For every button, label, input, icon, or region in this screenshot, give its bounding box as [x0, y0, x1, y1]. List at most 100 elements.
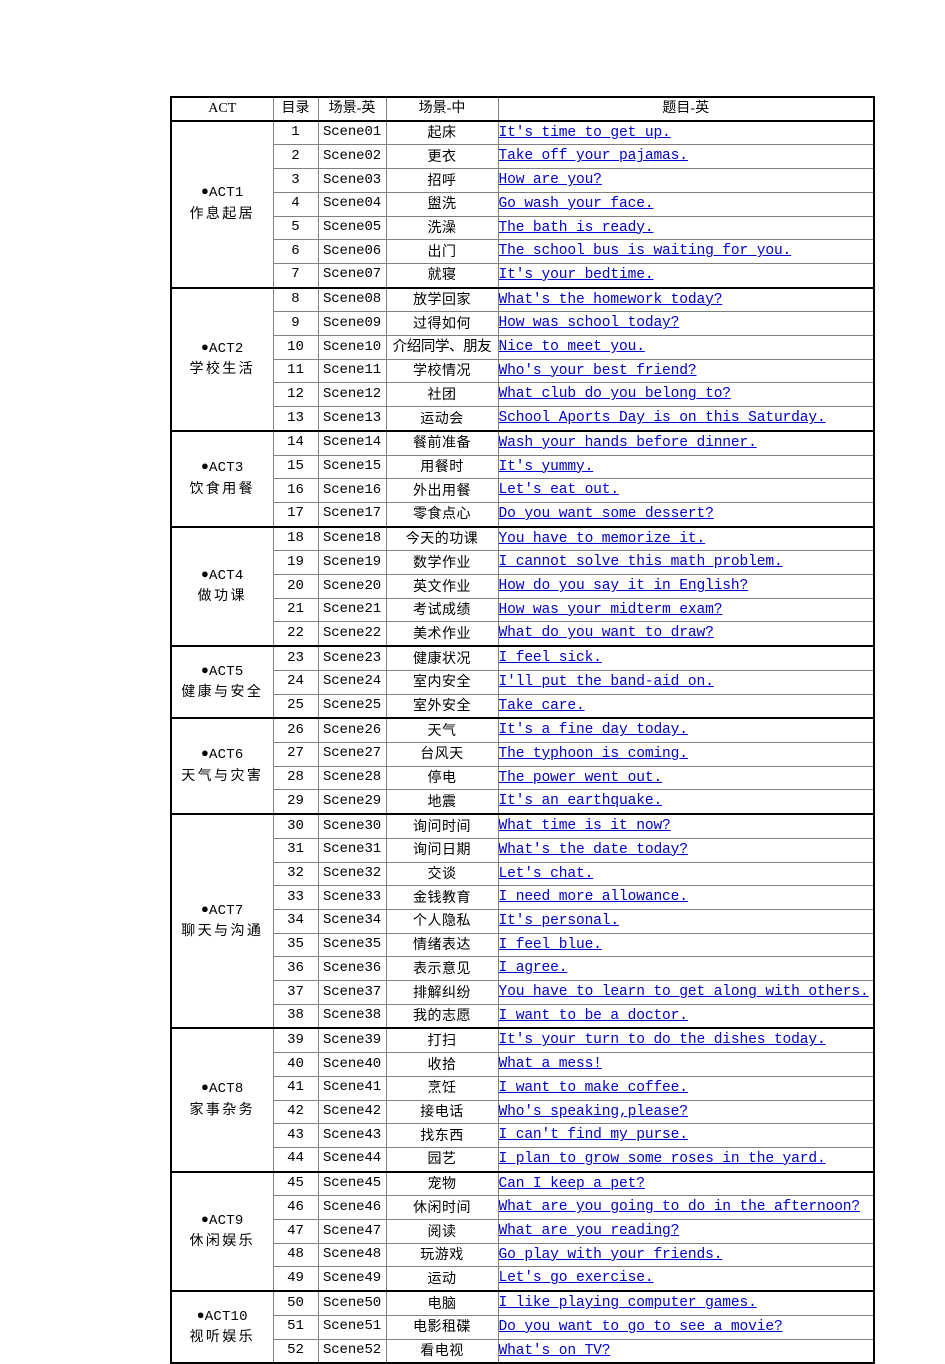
sentence-link[interactable]: I want to make coffee. [499, 1080, 688, 1096]
table-row: 27 Scene27 台风天 The typhoon is coming. [171, 741, 875, 767]
bullet-icon: ● [201, 901, 210, 917]
table-row: 19 Scene19 数学作业 I cannot solve this math pr… [171, 550, 875, 576]
sentence-link[interactable]: Do you want to go to see a movie? [499, 1319, 783, 1335]
scene-code-cell: Scene01 [317, 119, 387, 146]
sentence-link[interactable]: What club do you belong to? [499, 386, 731, 402]
act-group-code: ●ACT4 [201, 566, 244, 584]
sentence-link[interactable]: It's personal. [499, 913, 619, 929]
sentence-link[interactable]: It's your turn to do the dishes today. [499, 1032, 826, 1048]
sentence-cell: I agree. [497, 956, 875, 982]
sentence-link[interactable]: How was your midterm exam? [499, 602, 722, 618]
scene-code-cell: Scene52 [317, 1338, 387, 1364]
sentence-link[interactable]: Let's eat out. [499, 482, 619, 498]
scene-code-cell: Scene47 [317, 1219, 387, 1244]
sentence-link[interactable]: It's a fine day today. [499, 722, 688, 738]
sentence-cell: I want to make coffee. [497, 1075, 875, 1101]
row-index-cell: 27 [272, 741, 319, 767]
sentence-link[interactable]: You have to memorize it. [499, 531, 705, 547]
sentence-link[interactable]: How was school today? [499, 315, 679, 331]
sentence-link[interactable]: Go play with your friends. [499, 1247, 722, 1263]
scene-name-cell: 外出用餐 [385, 478, 499, 503]
scene-name-cell: 询问时间 [385, 813, 499, 839]
sentence-link[interactable]: I agree. [499, 960, 568, 976]
sentence-link[interactable]: I can't find my purse. [499, 1127, 688, 1143]
sentence-cell: What are you going to do in the afternoo… [497, 1195, 875, 1221]
sentence-link[interactable]: The school bus is waiting for you. [499, 243, 791, 259]
table-row: ●ACT1 作息起居 1 Scene01 起床 It's time to get up. [170, 119, 875, 289]
sentence-link[interactable]: I like playing computer games. [499, 1295, 757, 1311]
bullet-icon: ● [201, 1211, 210, 1227]
scene-code-cell: Scene43 [317, 1123, 387, 1148]
sentence-link[interactable]: What are you going to do in the afternoo… [499, 1199, 860, 1215]
sentence-link[interactable]: It's time to get up. [499, 125, 671, 141]
sentence-link[interactable]: It's your bedtime. [499, 267, 654, 283]
sentence-link[interactable]: Nice to meet you. [499, 339, 645, 355]
sentence-link[interactable]: How do you say it in English? [499, 578, 748, 594]
sentence-link[interactable]: Go wash your face. [499, 196, 654, 212]
sentence-link[interactable]: I feel blue. [499, 937, 602, 953]
act-group-code: ●ACT8 [201, 1080, 244, 1098]
table-row: 47 Scene47 阅读 What are you reading? [171, 1219, 875, 1244]
sentence-link[interactable]: Who's your best friend? [499, 363, 697, 379]
sentence-link[interactable]: I cannot solve this math problem. [499, 554, 783, 570]
sentence-link[interactable]: Let's chat. [499, 866, 593, 882]
scene-code-cell: Scene49 [317, 1266, 387, 1293]
sentence-cell: It's a fine day today. [497, 717, 875, 743]
sentence-link[interactable]: What a mess! [499, 1056, 602, 1072]
sentence-link[interactable]: Do you want some dessert? [499, 506, 714, 522]
sentence-link[interactable]: Let's go exercise. [499, 1270, 654, 1286]
sentence-link[interactable]: Who's speaking,please? [499, 1104, 688, 1120]
sentence-link[interactable]: Can I keep a pet? [499, 1176, 645, 1192]
scene-code-cell: Scene33 [317, 885, 387, 910]
sentence-link[interactable]: I plan to grow some roses in the yard. [499, 1151, 826, 1167]
row-index-cell: 42 [272, 1099, 319, 1125]
sentence-link[interactable]: I want to be a doctor. [499, 1008, 688, 1024]
act-group-name: 饮食用餐 [189, 481, 256, 498]
sentence-link[interactable]: Take care. [499, 698, 585, 714]
table-row: ●ACT4 做功课 18 Scene18 今天的功课 You have to memori… [170, 525, 875, 647]
row-index-cell: 41 [272, 1075, 319, 1101]
act-group-cell: ●ACT8 家事杂务 [170, 1027, 274, 1173]
scene-name-cell: 金钱教育 [385, 885, 499, 910]
table-row: 22 Scene22 美术作业 What do you want to draw? [171, 621, 875, 648]
sentence-link[interactable]: I need more allowance. [499, 889, 688, 905]
sentence-link[interactable]: Take off your pajamas. [499, 148, 688, 164]
sentence-link[interactable]: The bath is ready. [499, 220, 654, 236]
act-group-cell: ●ACT7 聊天与沟通 [170, 813, 274, 1029]
row-index-cell: 47 [272, 1219, 319, 1244]
bullet-icon: ● [201, 459, 210, 475]
table-row: 40 Scene40 收拾 What a mess! [171, 1052, 875, 1077]
row-index-cell: 24 [272, 669, 319, 695]
table-row: 42 Scene42 接电话 Who's speaking,please? [171, 1099, 875, 1125]
sentence-cell: I'll put the band-aid on. [497, 669, 875, 695]
sentence-link[interactable]: You have to learn to get along with othe… [499, 984, 869, 1000]
sentence-link[interactable]: How are you? [499, 172, 602, 188]
sentence-link[interactable]: Wash your hands before dinner. [499, 435, 757, 451]
scene-name-cell: 天气 [385, 717, 499, 743]
sentence-cell: It's your turn to do the dishes today. [497, 1027, 875, 1054]
header-row: ACT 目录 场景-英 场景-中 题目-英 [170, 96, 875, 122]
sentence-link[interactable]: What are you reading? [499, 1223, 679, 1239]
sentence-link[interactable]: It's an earthquake. [499, 793, 662, 809]
act-group-cell: ●ACT4 做功课 [170, 525, 274, 647]
sentence-cell: Who's speaking,please? [497, 1099, 875, 1125]
sentence-link[interactable]: School Aports Day is on this Saturday. [499, 410, 826, 426]
sentence-link[interactable]: What's the date today? [499, 842, 688, 858]
sentence-link[interactable]: What do you want to draw? [499, 625, 714, 641]
sentence-link[interactable]: I'll put the band-aid on. [499, 674, 714, 690]
act-group-cell: ●ACT6 天气与灾害 [170, 717, 274, 815]
sentence-link[interactable]: The typhoon is coming. [499, 746, 688, 762]
row-index-cell: 43 [272, 1123, 319, 1148]
table-row: ●ACT7 聊天与沟通 30 Scene30 询问时间 What time is it n… [170, 813, 875, 1029]
sentence-link[interactable]: The power went out. [499, 770, 662, 786]
table-row: 35 Scene35 情绪表达 I feel blue. [171, 932, 875, 958]
scene-name-cell: 园艺 [385, 1146, 499, 1173]
sentence-cell: Nice to meet you. [497, 335, 875, 360]
sentence-link[interactable]: I feel sick. [499, 650, 602, 666]
sentence-link[interactable]: What's the homework today? [499, 292, 722, 308]
sentence-link[interactable]: It's yummy. [499, 459, 593, 475]
scene-name-cell: 放学回家 [385, 286, 499, 313]
sentence-link[interactable]: What time is it now? [499, 818, 671, 834]
scene-code-cell: Scene05 [317, 215, 387, 241]
sentence-link[interactable]: What's on TV? [499, 1343, 611, 1359]
